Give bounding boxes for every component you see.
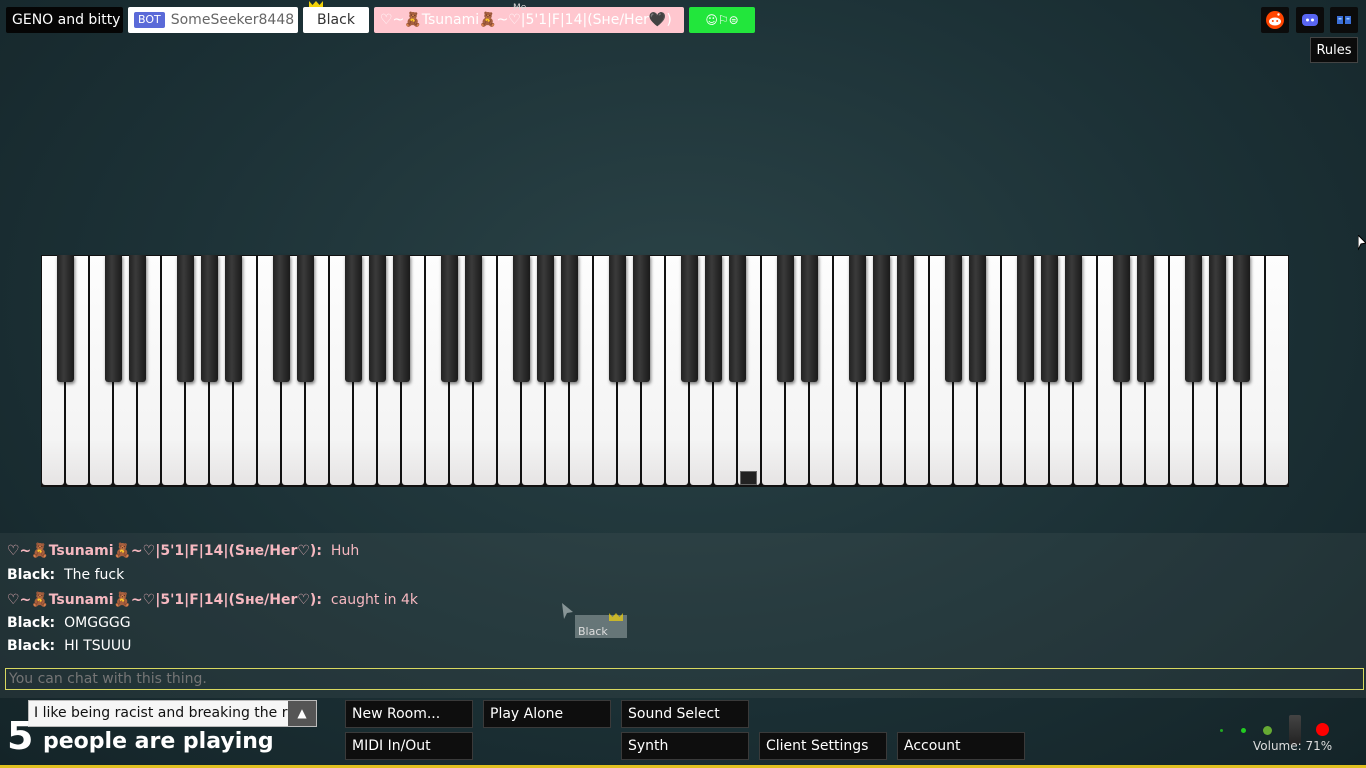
crown-icon <box>609 613 623 621</box>
black-key[interactable] <box>200 255 218 382</box>
black-key[interactable] <box>776 255 794 382</box>
black-key[interactable] <box>632 255 650 382</box>
black-key[interactable] <box>440 255 458 382</box>
discord-button[interactable] <box>1296 7 1324 33</box>
status-dot-icon <box>1220 729 1223 732</box>
chat-nick: ♡~🧸Tsunami🧸~♡|5'1|F|14|(Sʜe/Her♡): <box>7 592 322 608</box>
black-key[interactable] <box>800 255 818 382</box>
chat-nick: Black: <box>7 567 56 583</box>
black-key[interactable] <box>1136 255 1154 382</box>
black-key[interactable] <box>968 255 986 382</box>
website-icon <box>1337 16 1351 24</box>
record-icon[interactable] <box>1316 723 1329 736</box>
player-count-label: people are playing <box>43 729 274 754</box>
black-key[interactable] <box>368 255 386 382</box>
black-key[interactable] <box>536 255 554 382</box>
black-key[interactable] <box>1184 255 1202 382</box>
black-key[interactable] <box>1232 255 1250 382</box>
black-key[interactable] <box>680 255 698 382</box>
black-key[interactable] <box>896 255 914 382</box>
participant-black[interactable]: Black <box>303 7 369 33</box>
status-dot-icon <box>1263 726 1272 735</box>
black-key[interactable] <box>728 255 746 382</box>
chat-text: HI TSUUU <box>64 638 132 654</box>
discord-icon <box>1302 14 1318 26</box>
status-dot-icon <box>1241 728 1246 733</box>
room-select[interactable]: I like being racist and breaking the rul… <box>28 700 317 727</box>
black-key[interactable] <box>296 255 314 382</box>
participant-green[interactable]: ☺⚐⊜ <box>689 7 755 33</box>
black-key[interactable] <box>464 255 482 382</box>
participant-me[interactable]: ♡~🧸Tsunami🧸~♡|5'1|F|14|(Sʜe/Her🖤) <box>374 7 684 33</box>
key-marker <box>740 471 757 485</box>
black-key[interactable] <box>344 255 362 382</box>
black-key[interactable] <box>872 255 890 382</box>
volume-label: Volume: 71% <box>1253 739 1333 753</box>
mouse-cursor-icon <box>1358 235 1366 251</box>
chat-input[interactable] <box>5 668 1364 690</box>
black-key[interactable] <box>608 255 626 382</box>
black-key[interactable] <box>176 255 194 382</box>
black-key[interactable] <box>1040 255 1058 382</box>
me-label: Me <box>513 3 527 13</box>
account-button[interactable]: Account <box>897 732 1025 760</box>
black-key[interactable] <box>704 255 722 382</box>
chat-message: ♡~🧸Tsunami🧸~♡|5'1|F|14|(Sʜe/Her♡): Huh <box>7 543 359 559</box>
chat-nick: Black: <box>7 638 56 654</box>
chat-text: OMGGGG <box>64 615 131 631</box>
black-key[interactable] <box>1016 255 1034 382</box>
remote-cursor-label: Black <box>575 613 627 638</box>
piano-keyboard[interactable] <box>41 255 1289 487</box>
black-key[interactable] <box>272 255 290 382</box>
black-key[interactable] <box>56 255 74 382</box>
rules-button[interactable]: Rules <box>1310 37 1358 63</box>
synth-button[interactable]: Synth <box>621 732 749 760</box>
chat-message: ♡~🧸Tsunami🧸~♡|5'1|F|14|(Sʜe/Her♡): caught… <box>7 592 418 608</box>
midi-button[interactable]: MIDI In/Out <box>345 732 473 760</box>
chat-message: Black: The fuck <box>7 567 124 583</box>
black-key[interactable] <box>1208 255 1226 382</box>
black-key[interactable] <box>392 255 410 382</box>
chat-message: Black: HI TSUUU <box>7 638 131 654</box>
sound-select-button[interactable]: Sound Select <box>621 700 749 728</box>
black-key[interactable] <box>560 255 578 382</box>
chat-text: caught in 4k <box>330 592 418 608</box>
black-key[interactable] <box>848 255 866 382</box>
new-room-button[interactable]: New Room... <box>345 700 473 728</box>
chat-nick: ♡~🧸Tsunami🧸~♡|5'1|F|14|(Sʜe/Her♡): <box>7 543 322 559</box>
black-key[interactable] <box>1064 255 1082 382</box>
chat-text: The fuck <box>64 567 125 583</box>
black-key[interactable] <box>128 255 146 382</box>
black-key[interactable] <box>1112 255 1130 382</box>
play-alone-button[interactable]: Play Alone <box>483 700 611 728</box>
player-count: 5 <box>7 714 34 758</box>
bot-badge: BOT <box>134 12 165 28</box>
black-key[interactable] <box>104 255 122 382</box>
client-settings-button[interactable]: Client Settings <box>759 732 887 760</box>
participant-bot[interactable]: BOT SomeSeeker8448 <box>128 7 298 33</box>
chat-message: Black: OMGGGG <box>7 615 131 631</box>
black-key[interactable] <box>944 255 962 382</box>
black-key[interactable] <box>512 255 530 382</box>
white-key[interactable] <box>1266 256 1288 485</box>
black-key[interactable] <box>224 255 242 382</box>
chevron-up-icon[interactable]: ▲ <box>288 701 316 726</box>
reddit-icon <box>1266 11 1284 29</box>
chat-nick: Black: <box>7 615 56 631</box>
website-button[interactable] <box>1330 7 1358 33</box>
reddit-button[interactable] <box>1261 7 1289 33</box>
participant-geno[interactable]: GENO and bitty <box>6 7 123 33</box>
chat-text: Huh <box>330 543 360 559</box>
remote-cursor-icon <box>562 603 573 619</box>
